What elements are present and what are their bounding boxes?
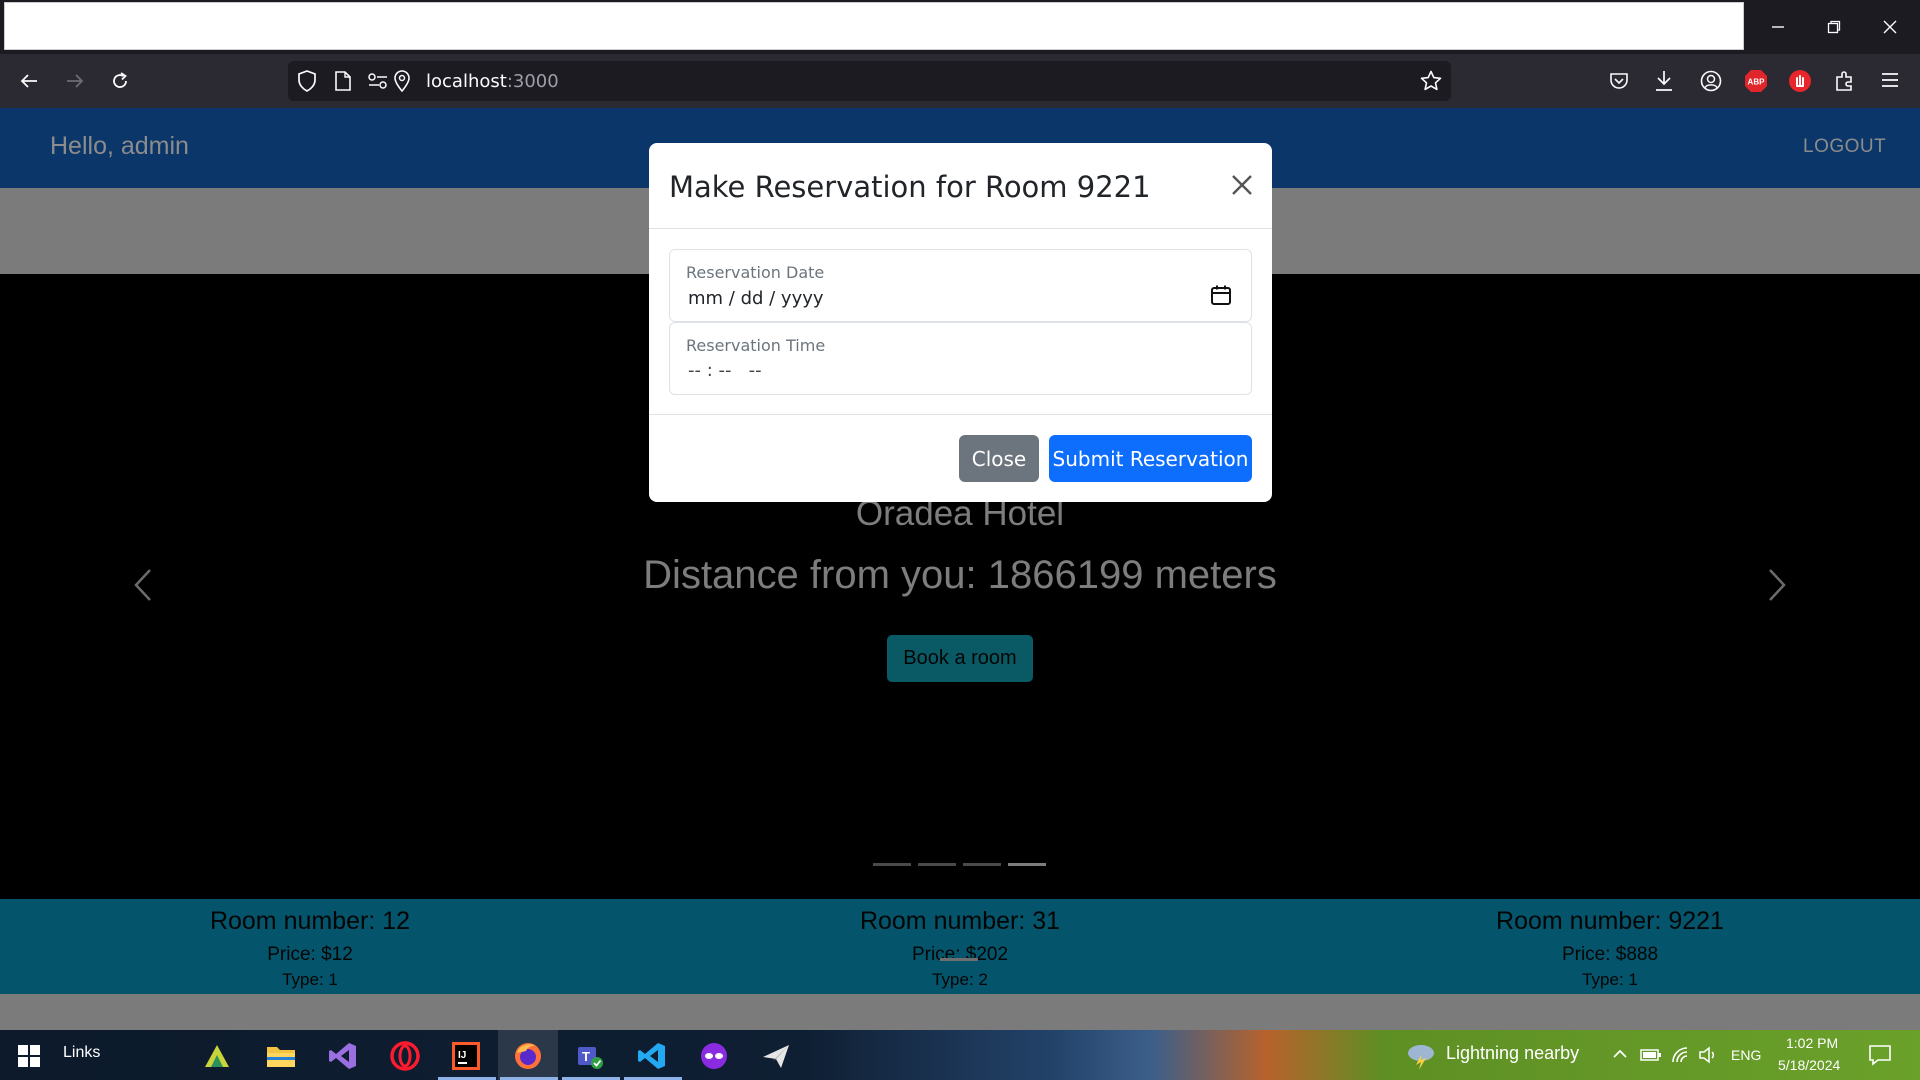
file-explorer-icon[interactable] — [262, 1038, 300, 1074]
reservation-date-input[interactable]: mm / dd / yyyy — [688, 288, 824, 309]
location-icon[interactable] — [393, 70, 411, 97]
extensions-puzzle-icon[interactable] — [1834, 70, 1856, 97]
calendar-icon[interactable] — [1210, 284, 1232, 311]
tray-chevron-up-icon[interactable] — [1612, 1047, 1628, 1066]
back-arrow-icon[interactable] — [10, 62, 48, 100]
room-type: Type: 2 — [932, 970, 988, 989]
visual-studio-icon[interactable] — [324, 1038, 362, 1074]
svg-text:IJ: IJ — [458, 1050, 466, 1061]
carousel-indicator-2[interactable] — [918, 863, 956, 866]
room-type: Type: 1 — [1582, 970, 1638, 989]
modal-close-icon[interactable] — [1227, 170, 1257, 200]
volume-icon[interactable] — [1698, 1046, 1718, 1069]
carousel-indicator-4[interactable] — [1008, 863, 1046, 866]
weather-text[interactable]: Lightning nearby — [1446, 1043, 1579, 1064]
firefox-icon[interactable] — [509, 1038, 547, 1074]
download-icon[interactable] — [1654, 70, 1674, 97]
room-price: Price: $888 — [1561, 944, 1659, 965]
windows-start-icon[interactable] — [18, 1045, 40, 1072]
modal-footer-divider — [649, 414, 1272, 415]
room-card[interactable]: Room number: 12 Price: $12 Type: 1 — [0, 899, 620, 990]
restore-icon[interactable] — [1806, 0, 1862, 54]
reservation-date-label: Reservation Date — [686, 263, 825, 282]
permissions-icon[interactable] — [368, 73, 388, 94]
close-window-icon[interactable] — [1862, 0, 1918, 54]
reservation-date-field[interactable]: Reservation Date mm / dd / yyyy — [669, 249, 1252, 322]
notification-icon[interactable] — [1868, 1044, 1892, 1071]
room-card[interactable]: Room number: 9221 Price: $888 Type: 1 — [1300, 899, 1920, 990]
url-host: localhost — [426, 71, 507, 92]
modal-header-divider — [649, 228, 1272, 229]
teams-icon[interactable]: T — [571, 1038, 609, 1074]
room-price: Price: $12 — [267, 944, 353, 965]
svg-text:T: T — [582, 1049, 590, 1064]
extension-hand-icon[interactable] — [1788, 69, 1812, 98]
carousel-next-icon[interactable] — [1756, 565, 1796, 605]
carousel-prev-icon[interactable] — [124, 565, 164, 605]
intellij-icon[interactable]: IJ — [447, 1038, 485, 1074]
page-icon[interactable] — [334, 71, 352, 96]
autodesk-icon[interactable] — [198, 1038, 236, 1074]
opera-icon[interactable] — [386, 1038, 424, 1074]
reload-icon[interactable] — [101, 62, 139, 100]
bookmark-star-icon[interactable] — [1420, 70, 1442, 97]
battery-icon[interactable] — [1640, 1048, 1662, 1067]
reservation-time-field[interactable]: Reservation Time -- : -- -- — [669, 322, 1252, 395]
room-number: Room number: 9221 — [1496, 907, 1724, 935]
distance-text: Distance from you: 1866199 meters — [643, 553, 1277, 597]
weather-lightning-icon[interactable] — [1405, 1041, 1437, 1076]
close-button[interactable]: Close — [959, 435, 1039, 482]
room-number: Room number: 12 — [209, 907, 411, 935]
plane-app-icon[interactable] — [757, 1038, 795, 1074]
svg-text:ABP: ABP — [1748, 78, 1766, 87]
carousel-indicator-3[interactable] — [963, 863, 1001, 866]
language-indicator[interactable]: ENG — [1731, 1047, 1761, 1063]
room-number: Room number: 31 — [859, 907, 1061, 935]
url-text[interactable]: localhost:3000 — [426, 71, 559, 92]
minimize-icon[interactable] — [1750, 0, 1806, 54]
links-toolbar[interactable]: Links — [63, 1044, 100, 1062]
carousel-indicator-1[interactable] — [873, 863, 911, 866]
scroll-indicator — [940, 958, 978, 961]
submit-reservation-button[interactable]: Submit Reservation — [1049, 435, 1252, 482]
footer-band — [0, 994, 1920, 1030]
reservation-time-label: Reservation Time — [686, 336, 826, 355]
forward-arrow-icon[interactable] — [56, 62, 94, 100]
pocket-icon[interactable] — [1609, 71, 1629, 96]
menu-hamburger-icon[interactable] — [1880, 71, 1900, 94]
clock-time[interactable]: 1:02 PM — [1786, 1035, 1838, 1051]
logout-link[interactable]: LOGOUT — [1803, 136, 1886, 158]
modal-title: Make Reservation for Room 9221 — [669, 170, 1151, 204]
reservation-time-input[interactable]: -- : -- -- — [688, 360, 762, 381]
room-price: Price: $202 — [911, 944, 1009, 965]
room-type: Type: 1 — [282, 970, 338, 989]
book-room-button[interactable]: Book a room — [887, 635, 1033, 682]
shield-icon[interactable] — [297, 70, 317, 97]
window-title-field — [4, 2, 1744, 50]
vpn-mask-icon[interactable] — [695, 1038, 733, 1074]
room-card[interactable]: Room number: 31 Price: $202 Type: 2 — [650, 899, 1270, 990]
greeting-text: Hello, admin — [50, 132, 189, 160]
wifi-icon[interactable] — [1670, 1046, 1690, 1069]
adblock-icon[interactable]: ABP — [1744, 69, 1768, 98]
clock-date[interactable]: 5/18/2024 — [1778, 1057, 1840, 1073]
vscode-icon[interactable] — [633, 1038, 671, 1074]
url-port: :3000 — [506, 71, 559, 92]
account-icon[interactable] — [1700, 70, 1722, 97]
